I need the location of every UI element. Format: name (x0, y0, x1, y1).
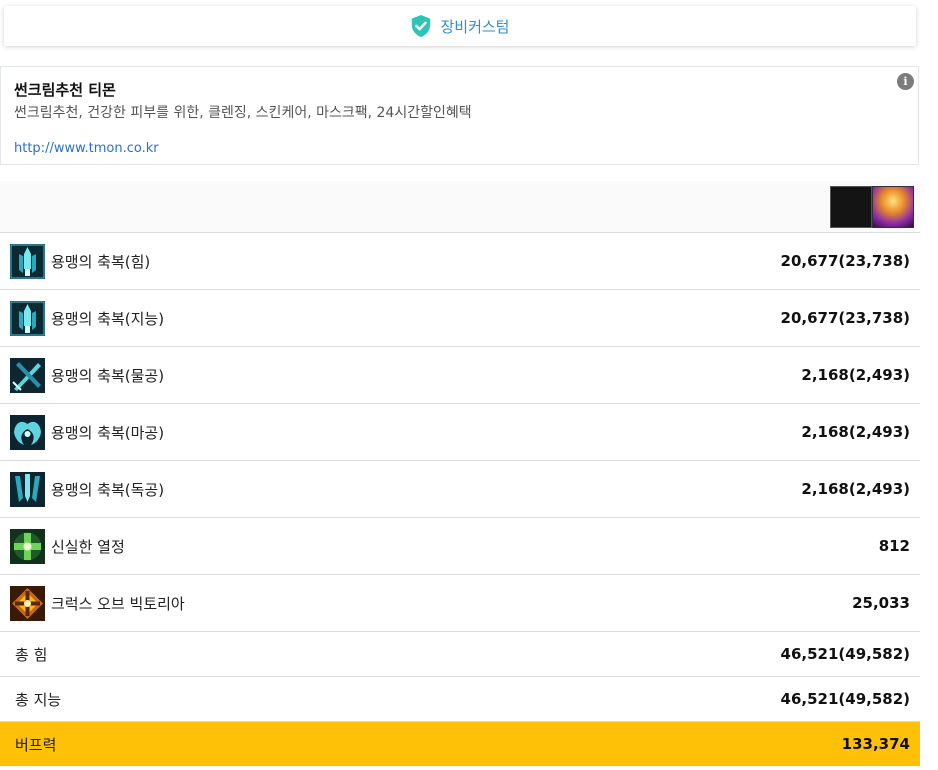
info-icon[interactable]: i (897, 73, 914, 90)
header-bar: 장비커스텀 (4, 6, 916, 46)
buff-power-value: 133,374 (841, 735, 910, 753)
buff-label: 크럭스 오브 빅토리아 (51, 594, 185, 613)
total-strength-row: 총 힘 46,521(49,582) (0, 632, 920, 677)
table-row: 크럭스 오브 빅토리아 25,033 (0, 575, 920, 632)
buff-label: 용맹의 축복(마공) (51, 423, 165, 442)
buff-label: 용맹의 축복(힘) (51, 252, 151, 271)
buff-value: 25,033 (852, 594, 910, 612)
buff-value: 2,168(2,493) (801, 366, 910, 384)
ad-url-link[interactable]: http://www.tmon.co.kr (14, 141, 159, 156)
total-label: 총 힘 (15, 645, 48, 664)
total-label: 총 지능 (15, 690, 62, 709)
total-value: 46,521(49,582) (780, 690, 910, 708)
buff-value: 20,677(23,738) (780, 309, 910, 327)
ad-title[interactable]: 썬크림추천 티몬 (14, 79, 116, 100)
golden-cross-icon (10, 585, 45, 621)
triple-blade-icon (10, 471, 45, 507)
buff-label: 용맹의 축복(물공) (51, 366, 165, 385)
table-row: 용맹의 축복(물공) 2,168(2,493) (0, 347, 920, 404)
table-row: 용맹의 축복(지능) 20,677(23,738) (0, 290, 920, 347)
table-header (0, 181, 920, 233)
buff-label: 신실한 열정 (51, 537, 125, 556)
green-cross-icon (10, 528, 45, 564)
page-title[interactable]: 장비커스텀 (440, 16, 509, 37)
level-1-awakening-icon[interactable] (830, 186, 872, 228)
sword-blessing-icon (10, 243, 45, 279)
sword-blessing-icon (10, 300, 45, 336)
table-row: 용맹의 축복(힘) 20,677(23,738) (0, 233, 920, 290)
ad-banner[interactable]: 썬크림추천 티몬 썬크림추천, 건강한 피부를 위한, 클렌징, 스킨케어, 마… (0, 66, 919, 165)
total-intelligence-row: 총 지능 46,521(49,582) (0, 677, 920, 722)
buff-value: 20,677(23,738) (780, 252, 910, 270)
table-row: 신실한 열정 812 (0, 518, 920, 575)
table-row: 용맹의 축복(마공) 2,168(2,493) (0, 404, 920, 461)
ad-description: 썬크림추천, 건강한 피부를 위한, 클렌징, 스킨케어, 마스크팩, 24시간… (14, 105, 472, 121)
buff-table: 용맹의 축복(힘) 20,677(23,738) 용맹의 축복(지능) 20,6… (0, 181, 920, 766)
buff-power-row: 버프력 133,374 (0, 722, 920, 766)
buff-power-label: 버프력 (15, 735, 57, 754)
buff-value: 812 (878, 537, 910, 555)
table-row: 용맹의 축복(독공) 2,168(2,493) (0, 461, 920, 518)
crossed-blades-icon (10, 357, 45, 393)
shield-check-icon (412, 15, 431, 37)
total-value: 46,521(49,582) (780, 645, 910, 663)
level-2-awakening-icon[interactable] (872, 186, 914, 228)
buff-label: 용맹의 축복(독공) (51, 480, 165, 499)
buff-value: 2,168(2,493) (801, 423, 910, 441)
buff-value: 2,168(2,493) (801, 480, 910, 498)
buff-label: 용맹의 축복(지능) (51, 309, 165, 328)
wings-emblem-icon (10, 414, 45, 450)
